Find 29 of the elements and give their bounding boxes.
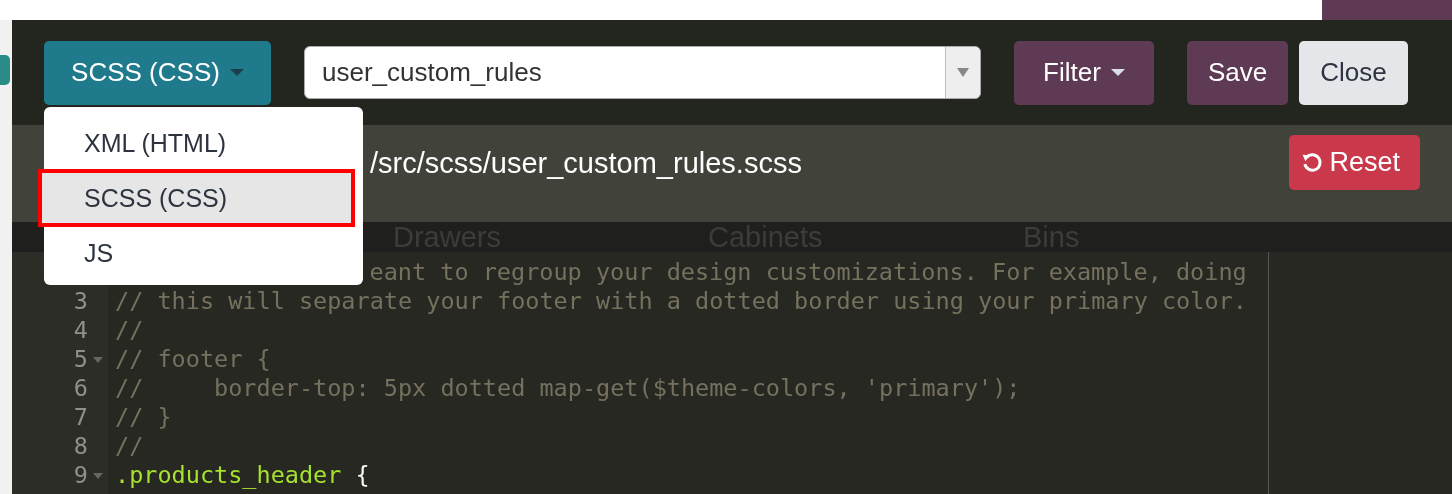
line-number: 6 xyxy=(73,374,88,403)
menu-item[interactable]: SCSS (CSS) xyxy=(42,173,351,223)
line-number: 9 xyxy=(73,461,88,490)
line-number: 7 xyxy=(73,403,88,432)
caret-icon xyxy=(229,69,244,76)
reset-button[interactable]: Reset xyxy=(1289,135,1420,190)
file-path: /src/scss/user_custom_rules.scss xyxy=(370,147,802,180)
menu-item[interactable]: XML (HTML) xyxy=(44,117,363,169)
code-line: .products_header { xyxy=(115,461,370,490)
menu-item[interactable]: JS xyxy=(44,227,363,279)
caret-icon xyxy=(957,68,969,77)
code-line: // this will separate your footer with a dotted border using your primary color. xyxy=(115,287,1247,316)
line-number: 3 xyxy=(73,287,88,316)
line-number: 8 xyxy=(73,432,88,461)
caret-icon xyxy=(1110,69,1125,76)
code-line: // xyxy=(115,316,144,345)
language-dropdown-button[interactable]: SCSS (CSS) xyxy=(44,40,271,105)
filter-button[interactable]: Filter xyxy=(1014,40,1154,105)
save-button[interactable]: Save xyxy=(1187,40,1289,105)
code-line: eant to regroup your design customizations. For example, doing xyxy=(368,258,1247,287)
code-line: // xyxy=(115,432,144,461)
undo-icon xyxy=(1301,151,1324,174)
code-line: // footer { xyxy=(115,345,271,374)
code-line: // } xyxy=(115,403,172,432)
file-select[interactable]: user_custom_rules xyxy=(304,46,981,99)
line-number: 5 xyxy=(73,345,88,374)
line-number: 4 xyxy=(73,316,88,345)
code-line: // border-top: 5px dotted map-get($theme-colors, 'primary'); xyxy=(115,374,1021,403)
close-button[interactable]: Close xyxy=(1299,40,1408,105)
